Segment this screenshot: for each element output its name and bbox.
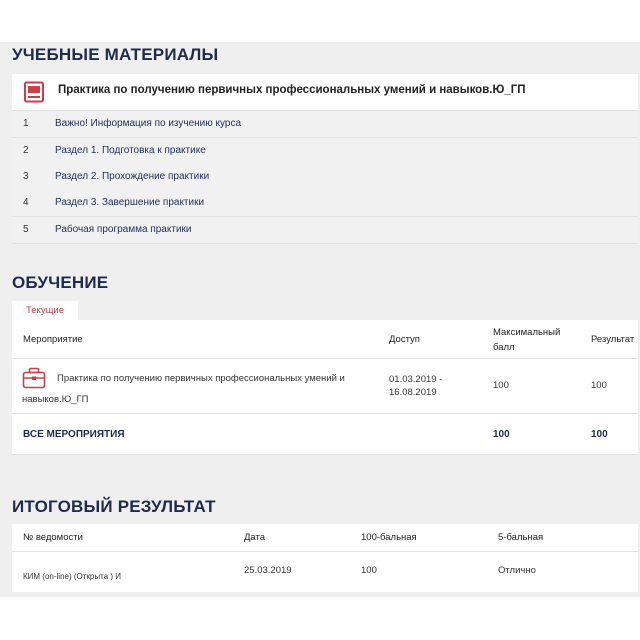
max-score-value: 100 xyxy=(493,380,509,391)
column-header-score100: 100-бальная xyxy=(361,532,417,543)
column-header-score5: 5-бальная xyxy=(498,532,544,543)
table-row[interactable]: Практика по получению первичных професси… xyxy=(12,359,638,414)
material-link[interactable]: Раздел 2. Прохождение практики xyxy=(55,171,209,182)
table-row: КИМ (on-line) (Открыта ) И 25.03.2019 10… xyxy=(12,552,638,592)
list-item[interactable]: 3 Раздел 2. Прохождение практики xyxy=(12,164,638,191)
column-header-date: Дата xyxy=(244,532,266,543)
column-header-max-score-line2: балл xyxy=(493,342,515,353)
material-link[interactable]: Важно! Информация по изучению курса xyxy=(55,118,241,129)
final-result-heading: ИТОГОВЫЙ РЕЗУЛЬТАТ xyxy=(12,497,216,516)
event-link[interactable]: Практика по получению первичных професси… xyxy=(57,373,345,384)
access-start: 01.03.2019 - xyxy=(389,374,443,385)
column-header-access: Доступ xyxy=(389,334,420,345)
column-header-event: Мероприятие xyxy=(23,334,83,345)
score5-value: Отлично xyxy=(498,565,536,576)
course-title: Практика по получению первичных професси… xyxy=(58,84,526,96)
date-value: 25.03.2019 xyxy=(244,565,292,576)
list-item[interactable]: 5 Рабочая программа практики xyxy=(12,217,638,244)
briefcase-icon xyxy=(22,367,46,389)
material-link[interactable]: Раздел 3. Завершение практики xyxy=(55,197,204,208)
material-link[interactable]: Рабочая программа практики xyxy=(55,224,191,235)
item-number: 5 xyxy=(23,224,29,235)
total-result: 100 xyxy=(591,429,608,440)
column-header-result: Результат xyxy=(591,334,635,345)
access-end: 16.08.2019 xyxy=(389,387,437,398)
material-link[interactable]: Раздел 1. Подготовка к практике xyxy=(55,145,206,156)
column-header-sheet: № ведомости xyxy=(23,532,83,543)
list-item[interactable]: 1 Важно! Информация по изучению курса xyxy=(12,111,638,138)
item-number: 1 xyxy=(23,118,29,129)
item-number: 4 xyxy=(23,197,29,208)
course-card[interactable]: Практика по получению первичных професси… xyxy=(12,74,638,111)
score100-value: 100 xyxy=(361,565,377,576)
list-item[interactable]: 2 Раздел 1. Подготовка к практике xyxy=(12,138,638,165)
tab-current[interactable]: Текущие xyxy=(12,301,78,320)
column-header-max-score: Максимальный xyxy=(493,327,561,338)
total-max-score: 100 xyxy=(493,429,510,440)
training-table-header: Мероприятие Доступ Максимальный балл Рез… xyxy=(12,320,638,359)
item-number: 3 xyxy=(23,171,29,182)
final-table-header: № ведомости Дата 100-бальная 5-бальная xyxy=(12,524,638,552)
result-value: 100 xyxy=(591,380,607,391)
list-item[interactable]: 4 Раздел 3. Завершение практики xyxy=(12,190,638,217)
event-link-line2[interactable]: навыков.Ю_ГП xyxy=(22,394,89,405)
training-heading: ОБУЧЕНИЕ xyxy=(12,273,109,292)
sheet-value: КИМ (on-line) (Открыта ) И xyxy=(23,572,121,581)
total-label: ВСЕ МЕРОПРИЯТИЯ xyxy=(23,429,125,440)
total-row: ВСЕ МЕРОПРИЯТИЯ 100 100 xyxy=(12,414,638,455)
materials-heading: УЧЕБНЫЕ МАТЕРИАЛЫ xyxy=(12,45,219,64)
book-icon xyxy=(23,81,45,103)
item-number: 2 xyxy=(23,145,29,156)
